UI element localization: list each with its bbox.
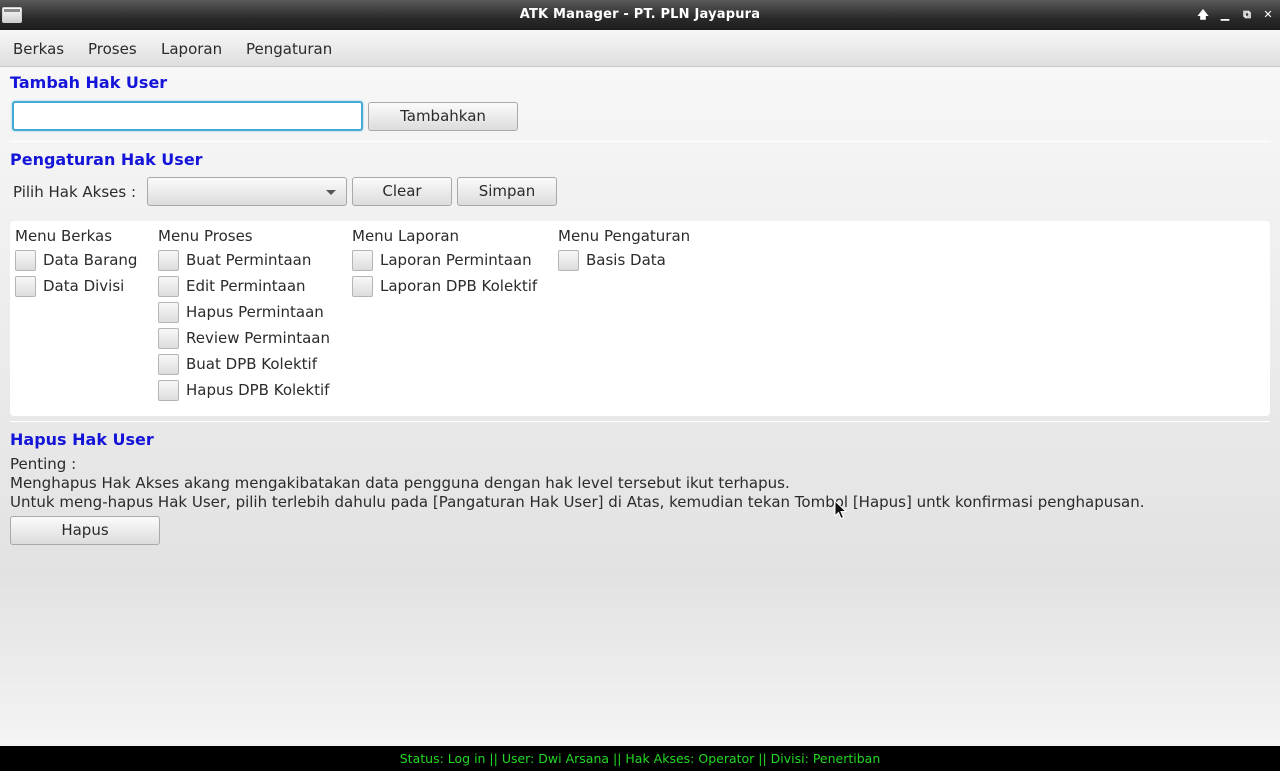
hak-akses-dropdown[interactable] — [147, 177, 347, 206]
divider — [10, 141, 1270, 142]
warning-text-line-1: Menghapus Hak Akses akang mengakibatakan… — [10, 474, 790, 492]
checkbox-label: Buat DPB Kolektif — [186, 355, 317, 373]
menu-bar: Berkas Proses Laporan Pengaturan — [0, 30, 1280, 67]
checkbox-box[interactable] — [158, 276, 179, 297]
checkbox-box[interactable] — [558, 250, 579, 271]
warning-text-line-2: Untuk meng-hapus Hak User, pilih terlebi… — [10, 493, 1145, 511]
checkbox-label: Review Permintaan — [186, 329, 330, 347]
checkbox-label: Hapus DPB Kolektif — [186, 381, 330, 399]
menu-permissions-panel: Menu Berkas Data Barang Data Divisi Menu… — [10, 221, 1270, 416]
checkbox-label: Laporan Permintaan — [380, 251, 532, 269]
tambahkan-button[interactable]: Tambahkan — [368, 102, 518, 131]
checkbox-box[interactable] — [15, 276, 36, 297]
divider — [10, 421, 1270, 422]
checkbox-label: Laporan DPB Kolektif — [380, 277, 538, 295]
tambah-hak-user-title: Tambah Hak User — [10, 73, 168, 92]
window-title: ATK Manager - PT. PLN Jayapura — [519, 7, 761, 22]
menu-pengaturan[interactable]: Pengaturan — [246, 40, 332, 58]
pengaturan-hak-user-title: Pengaturan Hak User — [10, 150, 203, 169]
main-content: Tambah Hak User Tambahkan Pengaturan Hak… — [0, 67, 1280, 746]
close-icon[interactable]: ✕ — [1259, 6, 1277, 24]
menu-laporan[interactable]: Laporan — [161, 40, 222, 58]
checkbox-box[interactable] — [158, 302, 179, 323]
pilih-hak-akses-label: Pilih Hak Akses : — [13, 183, 137, 201]
hapus-hak-user-title: Hapus Hak User — [10, 430, 154, 449]
checkbox-label: Hapus Permintaan — [186, 303, 324, 321]
new-hak-user-input[interactable] — [12, 101, 363, 131]
checkbox-label: Basis Data — [586, 251, 666, 269]
menu-berkas[interactable]: Berkas — [13, 40, 64, 58]
clear-button[interactable]: Clear — [352, 177, 452, 206]
checkbox-box[interactable] — [352, 250, 373, 271]
hapus-button[interactable]: Hapus — [10, 516, 160, 545]
status-bar: Status: Log in || User: Dwi Arsana || Ha… — [0, 746, 1280, 771]
menu-proses-header: Menu Proses — [158, 227, 253, 245]
minimize-icon[interactable]: ▁ — [1216, 6, 1234, 24]
menu-berkas-header: Menu Berkas — [15, 227, 113, 245]
menu-laporan-header: Menu Laporan — [352, 227, 460, 245]
checkbox-label: Buat Permintaan — [186, 251, 312, 269]
checkbox-box[interactable] — [158, 354, 179, 375]
up-arrow-icon[interactable]: 🡅 — [1194, 6, 1212, 24]
mouse-cursor-icon — [834, 500, 848, 520]
checkbox-box[interactable] — [158, 250, 179, 271]
menu-proses[interactable]: Proses — [88, 40, 137, 58]
checkbox-label: Edit Permintaan — [186, 277, 306, 295]
checkbox-label: Data Barang — [43, 251, 138, 269]
checkbox-box[interactable] — [15, 250, 36, 271]
checkbox-label: Data Divisi — [43, 277, 125, 295]
checkbox-box[interactable] — [158, 328, 179, 349]
chevron-down-icon — [326, 190, 336, 195]
penting-label: Penting : — [10, 455, 77, 473]
checkbox-box[interactable] — [352, 276, 373, 297]
restore-icon[interactable]: ⧉ — [1238, 6, 1256, 24]
menu-pengaturan-header: Menu Pengaturan — [558, 227, 691, 245]
simpan-button[interactable]: Simpan — [457, 177, 557, 206]
checkbox-box[interactable] — [158, 380, 179, 401]
title-bar: ATK Manager - PT. PLN Jayapura 🡅 ▁ ⧉ ✕ — [0, 0, 1280, 30]
